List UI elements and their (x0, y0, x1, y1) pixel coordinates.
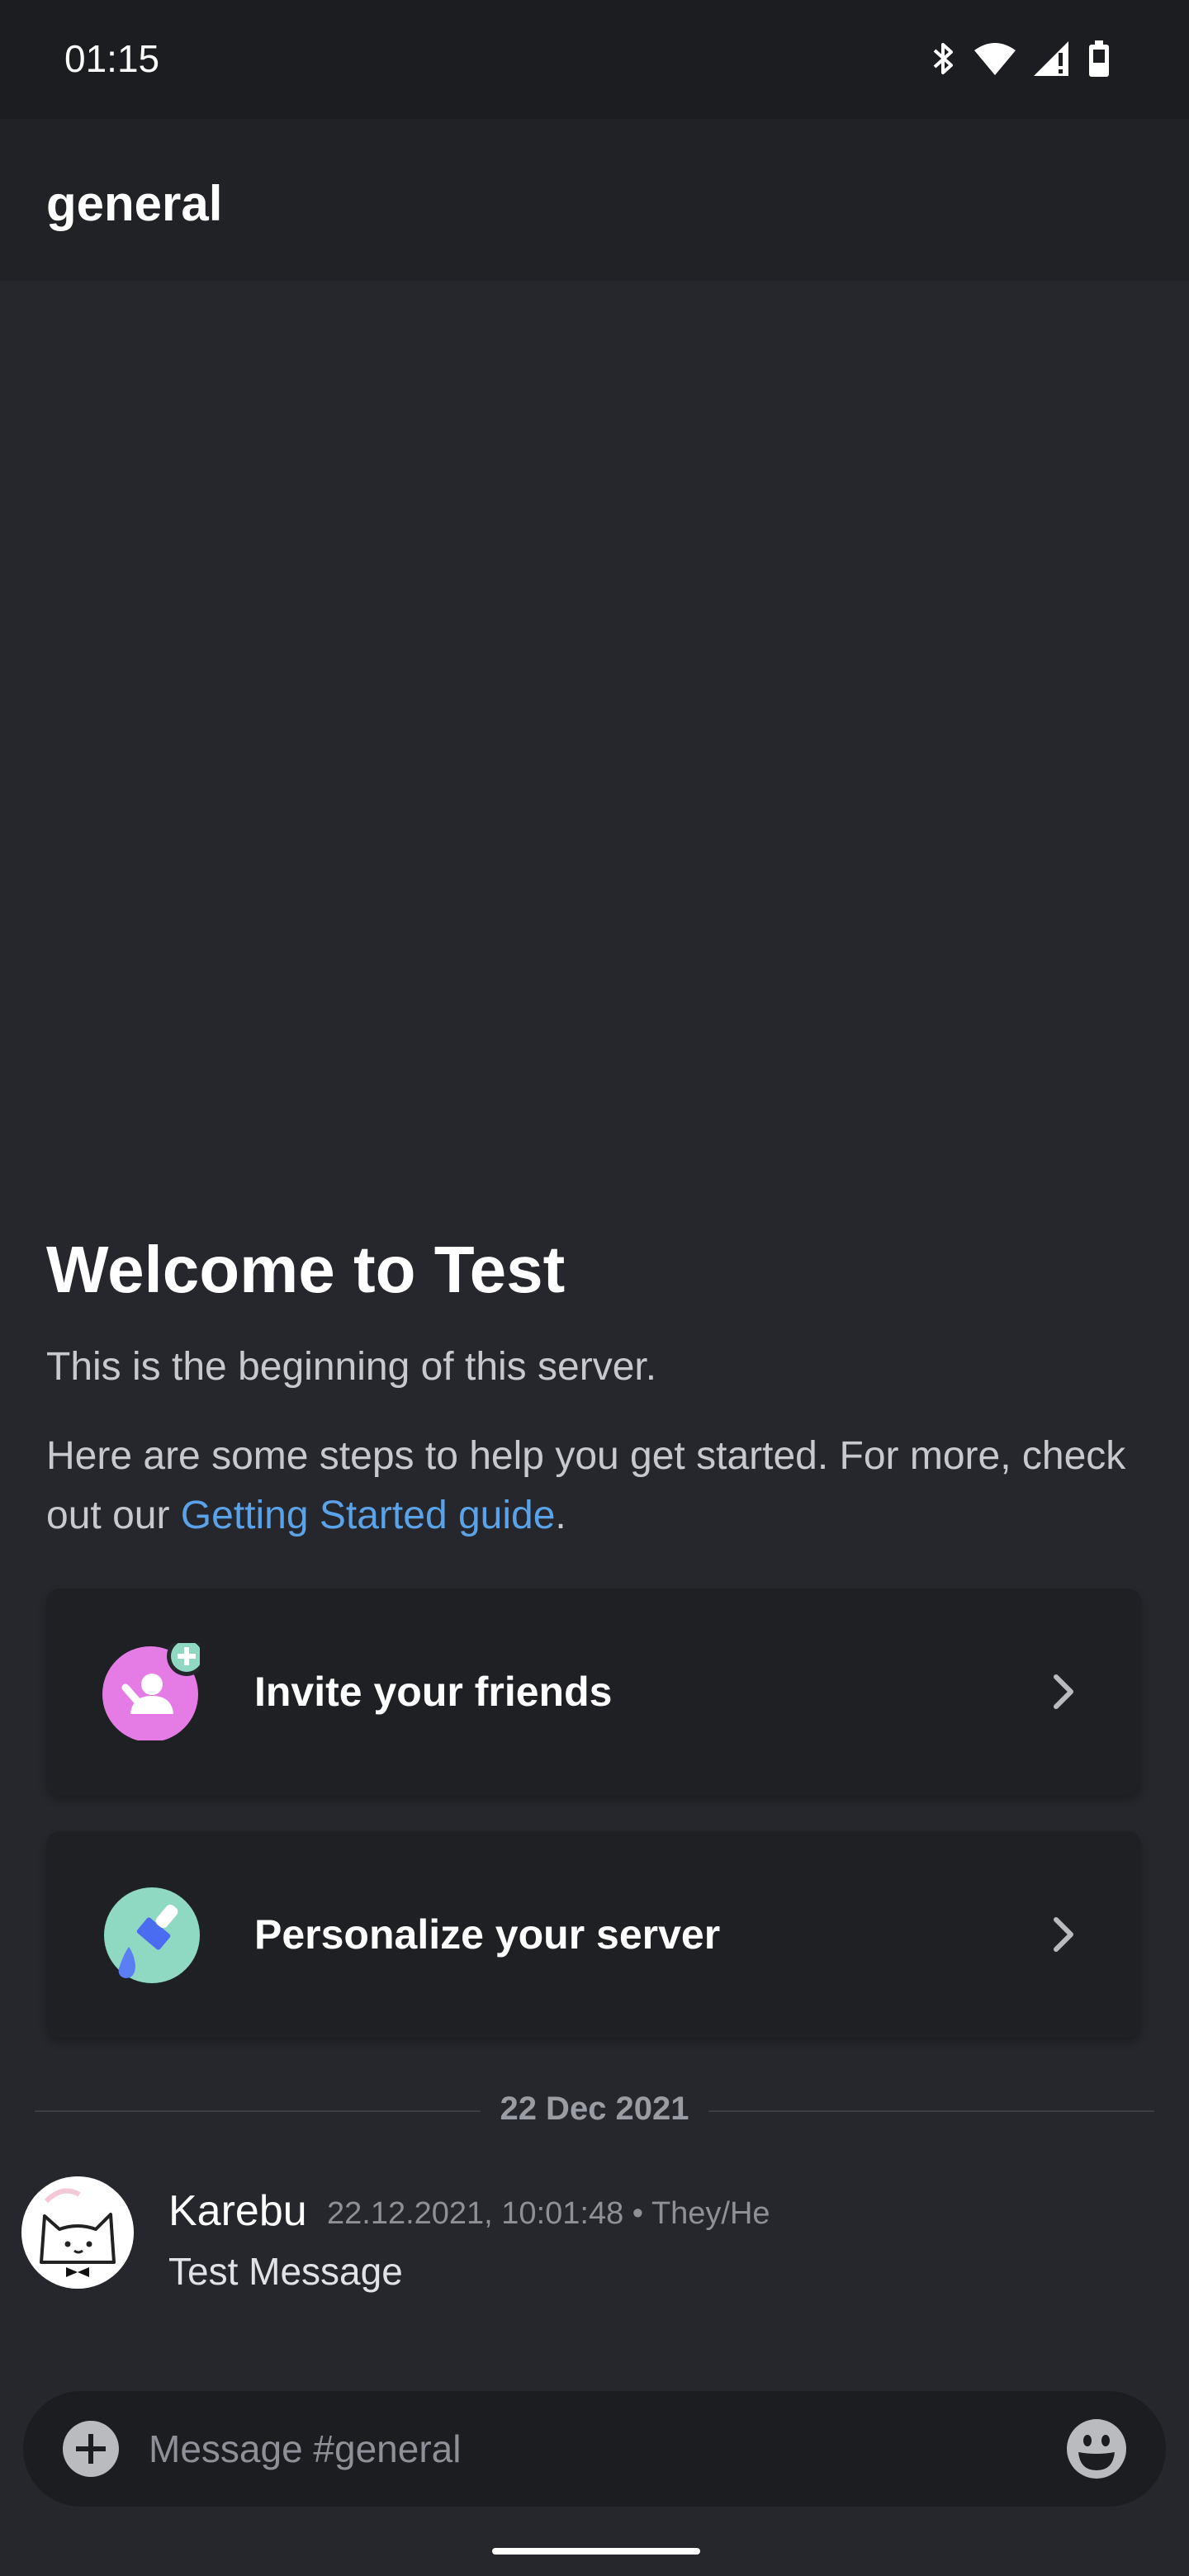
message-author[interactable]: Karebu (168, 2186, 307, 2236)
invite-friends-label: Invite your friends (254, 1669, 613, 1715)
welcome-subtitle: This is the beginning of this server. (46, 1345, 657, 1389)
message-meta: 22.12.2021, 10:01:48 • They/He (327, 2196, 770, 2231)
date-divider: 22 Dec 2021 (35, 2091, 1154, 2130)
invite-friends-icon (102, 1643, 200, 1740)
home-indicator[interactable] (492, 2548, 700, 2555)
personalize-server-card[interactable]: Personalize your server (46, 1831, 1141, 2038)
welcome-help-text: Here are some steps to help you get star… (46, 1427, 1144, 1546)
message-text: Test Message (168, 2250, 403, 2293)
chevron-right-icon (1054, 1674, 1073, 1709)
welcome-title: Welcome to Test (46, 1233, 566, 1306)
status-bar: 01:15 (0, 0, 1189, 119)
personalize-server-label: Personalize your server (254, 1911, 721, 1958)
paintbrush-icon (104, 1887, 200, 1983)
channel-header: general (0, 119, 1189, 281)
channel-title[interactable]: general (46, 175, 222, 232)
emoji-icon[interactable] (1065, 2417, 1128, 2480)
cat-avatar-icon (21, 2176, 134, 2289)
status-time: 01:15 (64, 37, 160, 80)
chevron-right-icon (1054, 1917, 1073, 1952)
status-icons (931, 38, 1110, 79)
signal-icon (1034, 41, 1068, 76)
invite-friends-card[interactable]: Invite your friends (46, 1589, 1141, 1795)
battery-icon (1089, 40, 1109, 77)
bluetooth-icon (933, 43, 953, 74)
message-input[interactable] (149, 2419, 1024, 2479)
message-composer (23, 2391, 1166, 2507)
avatar[interactable] (21, 2176, 134, 2289)
help-text-after: . (555, 1494, 566, 1537)
getting-started-link[interactable]: Getting Started guide (181, 1494, 556, 1537)
add-attachment-icon[interactable] (63, 2421, 119, 2477)
wifi-icon (974, 43, 1016, 75)
date-divider-label: 22 Dec 2021 (500, 2091, 689, 2127)
